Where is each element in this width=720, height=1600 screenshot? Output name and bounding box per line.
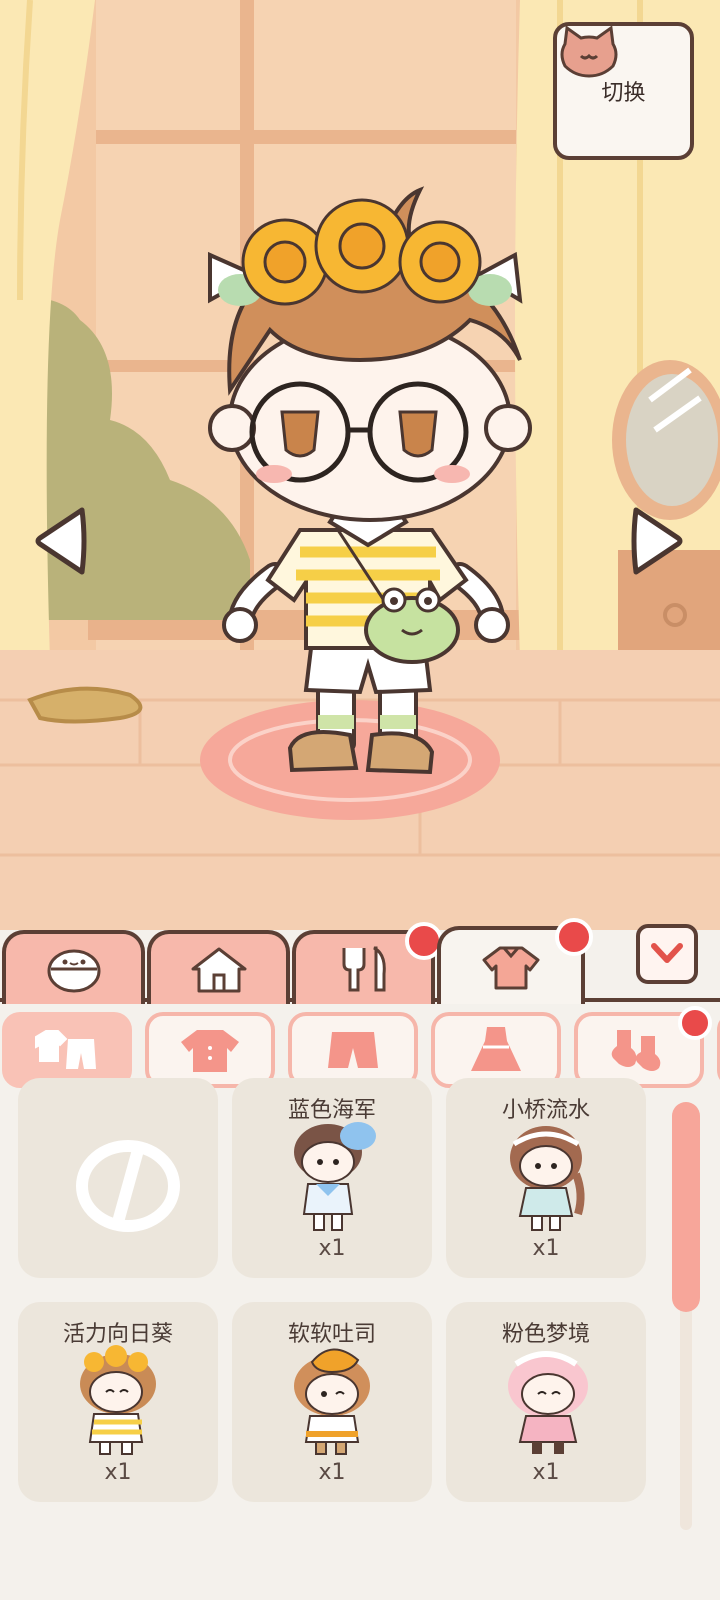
outfit-sunflower-icon [80,1345,156,1455]
cat-head-icon [560,26,618,78]
chip-dresses[interactable] [431,1012,561,1088]
shirt-icon [482,946,540,990]
grid-scrollbar-thumb[interactable] [672,1102,700,1312]
collapse-panel-button[interactable] [636,924,698,984]
clothes-tab-badge [555,918,593,956]
chip-tops[interactable] [145,1012,275,1088]
item-quantity: x1 [318,1460,346,1485]
all-clothes-icon [35,1030,96,1069]
item-quantity: x1 [104,1460,132,1485]
right-arrow-icon [631,507,683,575]
chip-socks[interactable] [574,1006,712,1088]
item-card[interactable]: 蓝色海军 x1 [232,1078,432,1278]
chip-all[interactable] [2,1012,132,1088]
outfit-bridge-stream-icon [510,1126,585,1231]
none-icon [76,1140,180,1232]
outfit-pink-dream-icon [508,1351,588,1454]
tab-clothes[interactable] [437,918,593,1006]
item-card[interactable]: 软软吐司 x1 [232,1302,432,1502]
item-grid: 蓝色海军 x1 小桥流水 x1 活力向日葵 x1 软软吐司 x1 粉色梦境 x1 [0,1078,720,1600]
dressup-scene: 切换 [0,0,720,930]
left-arrow-icon [35,507,87,575]
item-quantity: x1 [532,1460,560,1485]
app-screen: 切换 蓝色海军 x1 小桥流水 x1 活力向日葵 x1 软软吐司 x1 粉色梦境… [0,0,720,1600]
item-card[interactable]: 小桥流水 x1 [446,1078,646,1278]
tab-face[interactable] [2,930,145,1004]
tab-home[interactable] [147,930,290,1004]
item-quantity: x1 [532,1236,560,1261]
item-card[interactable]: 粉色梦境 x1 [446,1302,646,1502]
switch-button-label: 切换 [601,81,646,106]
socks-chip-badge [678,1006,712,1040]
fork-knife-icon [342,946,386,992]
item-quantity: x1 [318,1236,346,1261]
dress-icon [471,1027,521,1071]
face-icon [47,949,100,993]
next-arrow-button[interactable] [628,504,686,578]
shorts-icon [328,1032,378,1068]
previous-arrow-button[interactable] [32,504,90,578]
tab-food[interactable] [292,922,443,1004]
item-card[interactable]: 活力向日葵 x1 [18,1302,218,1502]
chevron-down-icon [651,943,683,963]
socks-icon [611,1030,661,1071]
item-card-none[interactable] [18,1078,218,1278]
house-icon [191,947,246,993]
switch-character-button[interactable]: 切换 [553,22,694,160]
main-tab-bar [0,918,720,1006]
top-shirt-icon [181,1030,239,1072]
outfit-blue-navy-icon [294,1122,376,1231]
outfit-soft-toast-icon [294,1348,370,1455]
chip-bottoms[interactable] [288,1012,418,1088]
